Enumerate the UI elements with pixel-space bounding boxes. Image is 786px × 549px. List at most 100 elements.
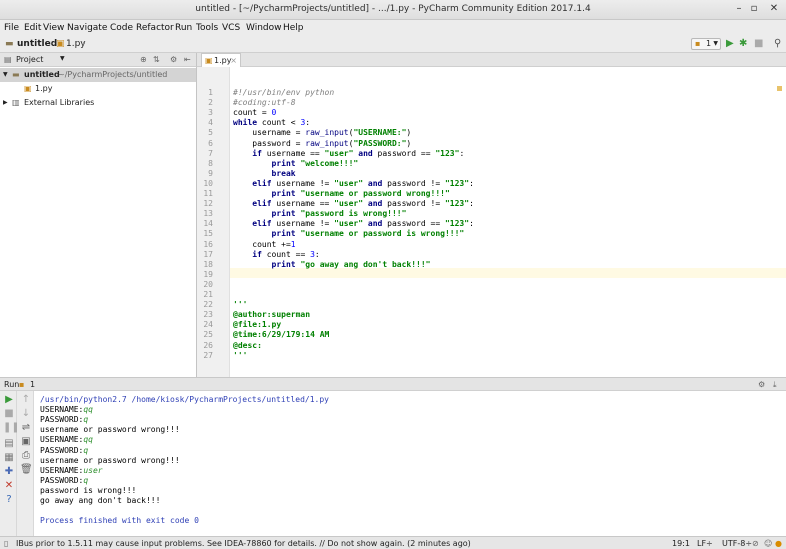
line-number: 1 (208, 88, 213, 97)
help-icon[interactable]: ? (3, 494, 15, 506)
line-number: 26 (203, 340, 213, 350)
run-toolbar-primary: ▶ ■ ❚❚ ▤ ▦ ✚ ✕ ? (0, 391, 20, 536)
print-icon[interactable]: ⎙ (20, 450, 32, 462)
stop-icon[interactable]: ■ (754, 38, 763, 50)
pin-tab-icon[interactable]: ✚ (3, 466, 15, 478)
search-everywhere-icon[interactable]: ⚲ (774, 38, 781, 50)
chevron-down-icon[interactable]: ▼ (3, 68, 8, 82)
console-output-text: PASSWORD: (40, 415, 84, 425)
status-bar: ▯ IBus prior to 1.5.11 may cause input p… (0, 536, 786, 549)
inspection-marker[interactable] (777, 86, 782, 91)
console-line: /usr/bin/python2.7 /home/kiosk/PycharmPr… (40, 395, 329, 405)
collapse-all-icon[interactable]: ⇅ (153, 55, 160, 64)
file-encoding[interactable]: UTF-8÷ (722, 539, 752, 548)
line-separator[interactable]: LF÷ (697, 539, 713, 548)
soft-wrap-icon[interactable]: ⇌ (20, 422, 32, 434)
tree-root-name: untitled (24, 70, 60, 79)
tree-item-project-root[interactable]: ▼ ▬ untitled ~/PycharmProjects/untitled (0, 68, 196, 82)
project-panel-title[interactable]: Project (16, 55, 43, 64)
python-file-icon: ▣ (56, 39, 65, 49)
close-window-button[interactable]: ✕ (767, 3, 781, 14)
code-line: print "password is wrong!!!" (271, 209, 407, 219)
code-line: if count == 3: (252, 249, 320, 259)
code-line: if username == "user" and password == "1… (252, 148, 465, 158)
run-console[interactable]: /usr/bin/python2.7 /home/kiosk/PycharmPr… (34, 391, 786, 536)
menu-help[interactable]: Help (283, 23, 304, 33)
console-line: USERNAME:qq (40, 405, 93, 415)
code-line: @author:superman (233, 310, 311, 320)
chevron-down-icon[interactable]: ▼ (60, 55, 65, 62)
toggle-tool-windows-icon[interactable]: ▯ (4, 539, 8, 548)
stop-icon[interactable]: ■ (3, 408, 15, 420)
console-user-input: qq (83, 405, 93, 415)
tree-item-libraries[interactable]: ▶ ▥ External Libraries (0, 96, 196, 110)
debug-icon[interactable]: ✱ (739, 38, 747, 50)
maximize-button[interactable]: ▫ (747, 3, 761, 14)
line-number: 2 (208, 98, 213, 108)
arrow-up-icon[interactable]: ↑ (20, 394, 32, 406)
status-message[interactable]: IBus prior to 1.5.11 may cause input pro… (16, 539, 471, 548)
menu-vcs[interactable]: VCS (222, 23, 240, 33)
console-output-text: username or password wrong!!! (40, 425, 180, 435)
tree-item-file[interactable]: ▣ 1.py (0, 82, 196, 96)
scroll-from-source-icon[interactable]: ⊕ (140, 55, 147, 64)
trash-icon[interactable]: 🗑 (20, 464, 33, 476)
menu-window[interactable]: Window (246, 23, 282, 33)
pause-icon[interactable]: ❚❚ (3, 422, 20, 434)
minimize-button[interactable]: – (732, 3, 746, 14)
chevron-right-icon[interactable]: ▶ (3, 96, 8, 110)
settings-icon[interactable]: ▦ (3, 452, 15, 464)
tab-1-py[interactable]: ▣ 1.py × (201, 53, 241, 67)
menu-navigate[interactable]: Navigate (67, 23, 107, 33)
code-line: print "username or password wrong!!!" (271, 189, 450, 198)
menu-edit[interactable]: Edit (24, 23, 41, 33)
line-number: 22 (203, 300, 213, 310)
code-line: @desc: (233, 340, 262, 350)
code-editor[interactable]: #!/usr/bin/env python #coding:utf-8 count … (230, 67, 786, 377)
code-line: elif username != "user" and password != … (252, 178, 474, 188)
inspector-icon[interactable]: ☺ (764, 539, 772, 548)
console-output-text: USERNAME: (40, 405, 84, 415)
console-line: username or password wrong!!! (40, 425, 180, 435)
console-line: username or password wrong!!! (40, 456, 180, 466)
line-number: 3 (208, 108, 213, 118)
lock-icon[interactable]: ⊘ (752, 539, 759, 548)
console-output-text: /usr/bin/python2.7 /home/kiosk/PycharmPr… (40, 395, 329, 404)
console-output-text: USERNAME: (40, 465, 84, 475)
run-toolbar-secondary: ↑ ↓ ⇌ ▣ ⎙ 🗑 (17, 391, 34, 536)
menu-view[interactable]: View (43, 23, 64, 33)
hide-panel-icon[interactable]: ⇤ (184, 55, 191, 64)
menu-tools[interactable]: Tools (196, 23, 218, 33)
gear-icon[interactable]: ⚙ (170, 55, 177, 64)
close-icon[interactable]: × (230, 54, 237, 67)
caret-position[interactable]: 19:1 (672, 539, 690, 548)
line-number: 6 (208, 138, 213, 148)
pycharm-window: untitled - [~/PycharmProjects/untitled] … (0, 0, 786, 549)
code-line: username = raw_input("USERNAME:") (233, 128, 412, 138)
run-config-select[interactable]: 1 ▪ ▼ (691, 38, 721, 50)
menu-run[interactable]: Run (175, 23, 192, 33)
line-number: 12 (203, 199, 213, 209)
console-user-input: q (83, 475, 89, 485)
run-config-name[interactable]: 1 (30, 380, 35, 389)
chevron-down-icon: ▼ (713, 40, 718, 47)
breadcrumb-separator: › (50, 39, 54, 49)
tree-libraries-label: External Libraries (24, 98, 95, 107)
menu-refactor[interactable]: Refactor (136, 23, 174, 33)
hide-panel-icon[interactable]: ⤓ (773, 380, 777, 390)
console-line: USERNAME:qq (40, 435, 93, 445)
gear-icon[interactable]: ⚙ (758, 380, 765, 389)
run-icon[interactable]: ▶ (726, 38, 734, 50)
code-line: ''' (233, 350, 248, 360)
console-output-text: go away ang don't back!!! (40, 496, 161, 505)
menu-code[interactable]: Code (110, 23, 133, 33)
menu-file[interactable]: File (4, 23, 19, 33)
close-icon[interactable]: ✕ (3, 480, 15, 492)
scroll-to-end-icon[interactable]: ▣ (20, 436, 32, 448)
arrow-down-icon[interactable]: ↓ (20, 408, 32, 420)
restore-layout-icon[interactable]: ▤ (3, 438, 15, 450)
event-log-icon[interactable]: ● (775, 539, 782, 548)
line-number: 4 (208, 118, 213, 128)
rerun-icon[interactable]: ▶ (3, 394, 15, 406)
code-line: print "welcome!!!" (271, 158, 359, 168)
